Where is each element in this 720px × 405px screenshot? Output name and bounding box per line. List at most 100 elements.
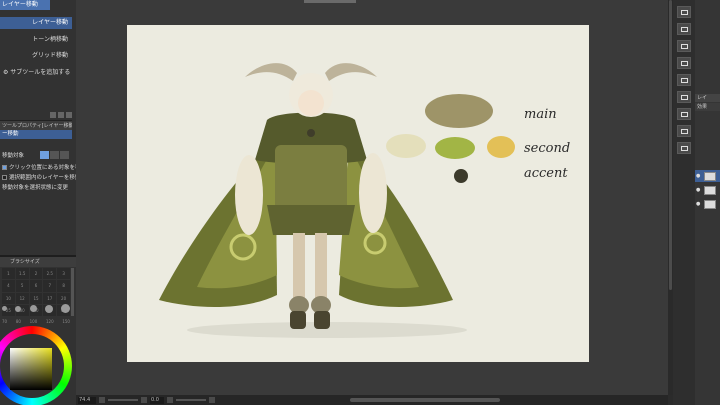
brush-size-preset[interactable]: 7 — [43, 280, 57, 292]
panel-toggle-button[interactable] — [677, 57, 691, 69]
panel-toggle-button[interactable] — [677, 108, 691, 120]
click-position-label: クリック位置にある対象を移動 — [9, 165, 87, 171]
layer-row[interactable]: ● — [695, 184, 720, 196]
selection-layer-checkbox[interactable] — [2, 174, 7, 180]
right-sleeve — [359, 153, 387, 233]
window-icon — [680, 60, 688, 66]
brush-size-preset[interactable]: 8 — [57, 280, 70, 292]
click-position-row[interactable]: クリック位置にある対象を移動 — [2, 163, 86, 171]
size-value[interactable]: 80 — [16, 319, 21, 324]
canvas-area[interactable]: main second accent — [76, 0, 668, 395]
right-boot — [314, 311, 330, 329]
tool-property-header: ツールプロパティ[レイヤー移動] — [0, 120, 72, 130]
eye-icon[interactable]: ● — [696, 187, 702, 193]
zoom-field[interactable]: 74.4 — [78, 396, 96, 404]
zoom-out-button[interactable] — [99, 397, 105, 403]
rotation-slider[interactable] — [176, 399, 206, 401]
swatch-second-3 — [487, 136, 515, 158]
top-strip — [304, 0, 356, 3]
rotate-right-button[interactable] — [209, 397, 215, 403]
window-icon — [680, 94, 688, 100]
layer-thumbnail — [704, 185, 716, 195]
sub-tool-tab[interactable]: レイヤー移動 — [0, 0, 50, 10]
brush-size-preset[interactable]: 4 — [2, 280, 15, 292]
brush-size-preset[interactable]: 2.5 — [43, 268, 57, 280]
brush-size-preset[interactable]: 12 — [15, 292, 29, 304]
brush-dots — [2, 304, 70, 313]
brush-size-preset[interactable]: 1 — [2, 268, 15, 280]
brush-dot[interactable] — [15, 305, 22, 312]
copy-icon[interactable] — [50, 112, 56, 118]
brush-size-preset[interactable]: 2 — [29, 268, 43, 280]
palette-label-second: second — [524, 141, 571, 156]
add-subtool-button[interactable]: ⚙ サブツールを追加する — [3, 67, 70, 76]
tool-item-grid-move[interactable]: グリッド移動 — [0, 50, 72, 62]
swatch-main — [425, 94, 493, 128]
brush-size-preset[interactable]: 15 — [29, 292, 43, 304]
left-boot — [290, 311, 306, 329]
effect-tab[interactable]: 効果 — [695, 103, 720, 111]
swatch-second-1 — [386, 134, 426, 158]
drawing-canvas[interactable]: main second accent — [127, 25, 589, 362]
zoom-slider[interactable] — [108, 399, 138, 401]
move-target-row: 移動対象 — [2, 151, 70, 159]
layer-thumbnail — [704, 171, 716, 181]
panel-toggle-button[interactable] — [677, 74, 691, 86]
tool-item-tone-move[interactable]: トーン柄移動 — [0, 34, 72, 46]
rotate-left-button[interactable] — [167, 397, 173, 403]
layer-row[interactable]: ● — [695, 170, 720, 182]
brush-size-preset[interactable]: 20 — [57, 292, 70, 304]
zoom-in-button[interactable] — [141, 397, 147, 403]
move-target-segment[interactable] — [40, 151, 70, 159]
panel-toggle-button[interactable] — [677, 6, 691, 18]
trash-icon[interactable] — [66, 112, 72, 118]
body — [275, 145, 347, 215]
artwork — [159, 63, 515, 338]
size-value[interactable]: 120 — [46, 319, 54, 324]
brush-scrollbar[interactable] — [71, 268, 74, 316]
layer-row[interactable]: ● — [695, 198, 720, 210]
panel-toggle-button[interactable] — [677, 23, 691, 35]
brush-size-preset[interactable]: 6 — [29, 280, 43, 292]
panel-toggle-button[interactable] — [677, 125, 691, 137]
add-subtool-label: サブツールを追加する — [10, 69, 71, 76]
brush-size-row: 70 80 100 120 150 — [2, 319, 70, 324]
eye-icon[interactable]: ● — [696, 201, 702, 207]
move-target-label: 移動対象 — [2, 153, 25, 159]
selection-layer-row[interactable]: 選択範囲内のレイヤーを移動 — [2, 173, 80, 181]
vertical-scroll-thumb[interactable] — [669, 0, 672, 290]
brush-dot[interactable] — [29, 305, 37, 312]
swatch-accent — [454, 169, 468, 183]
size-value[interactable]: 150 — [62, 319, 70, 324]
skirt — [267, 205, 355, 235]
layer-thumbnail — [704, 199, 716, 209]
rotation-field[interactable]: 0.0 — [150, 396, 164, 404]
panel-toggle-button[interactable] — [677, 40, 691, 52]
brush-size-preset[interactable]: 17 — [43, 292, 57, 304]
brush-size-preset[interactable]: 3 — [57, 268, 70, 280]
brush-dot[interactable] — [2, 306, 7, 311]
left-panel: レイヤー移動 レイヤー移動 トーン柄移動 グリッド移動 ⚙ サブツールを追加する… — [0, 0, 86, 405]
window-icon — [680, 9, 688, 15]
brush-size-preset[interactable]: 1.5 — [15, 268, 29, 280]
selection-layer-label: 選択範囲内のレイヤーを移動 — [9, 175, 81, 181]
saturation-value-square[interactable] — [10, 348, 52, 390]
panel-toggle-button[interactable] — [677, 91, 691, 103]
layer-panel-tab[interactable]: レイ — [695, 94, 720, 102]
window-icon — [680, 43, 688, 49]
click-position-checkbox[interactable] — [2, 164, 7, 170]
window-icon — [680, 128, 688, 134]
panel-toggle-button[interactable] — [677, 142, 691, 154]
brush-dot[interactable] — [44, 304, 53, 313]
size-value[interactable]: 70 — [2, 319, 7, 324]
tool-property-title: ー移動 — [0, 130, 72, 139]
right-leg — [315, 233, 327, 303]
size-value[interactable]: 100 — [30, 319, 38, 324]
brush-dot[interactable] — [61, 304, 70, 313]
eye-icon[interactable]: ● — [696, 173, 702, 179]
brush-size-preset[interactable]: 10 — [2, 292, 15, 304]
tool-item-layer-move[interactable]: レイヤー移動 — [0, 17, 72, 29]
brush-size-preset[interactable]: 5 — [15, 280, 29, 292]
new-icon[interactable] — [58, 112, 64, 118]
horizontal-scrollbar[interactable] — [350, 398, 500, 402]
